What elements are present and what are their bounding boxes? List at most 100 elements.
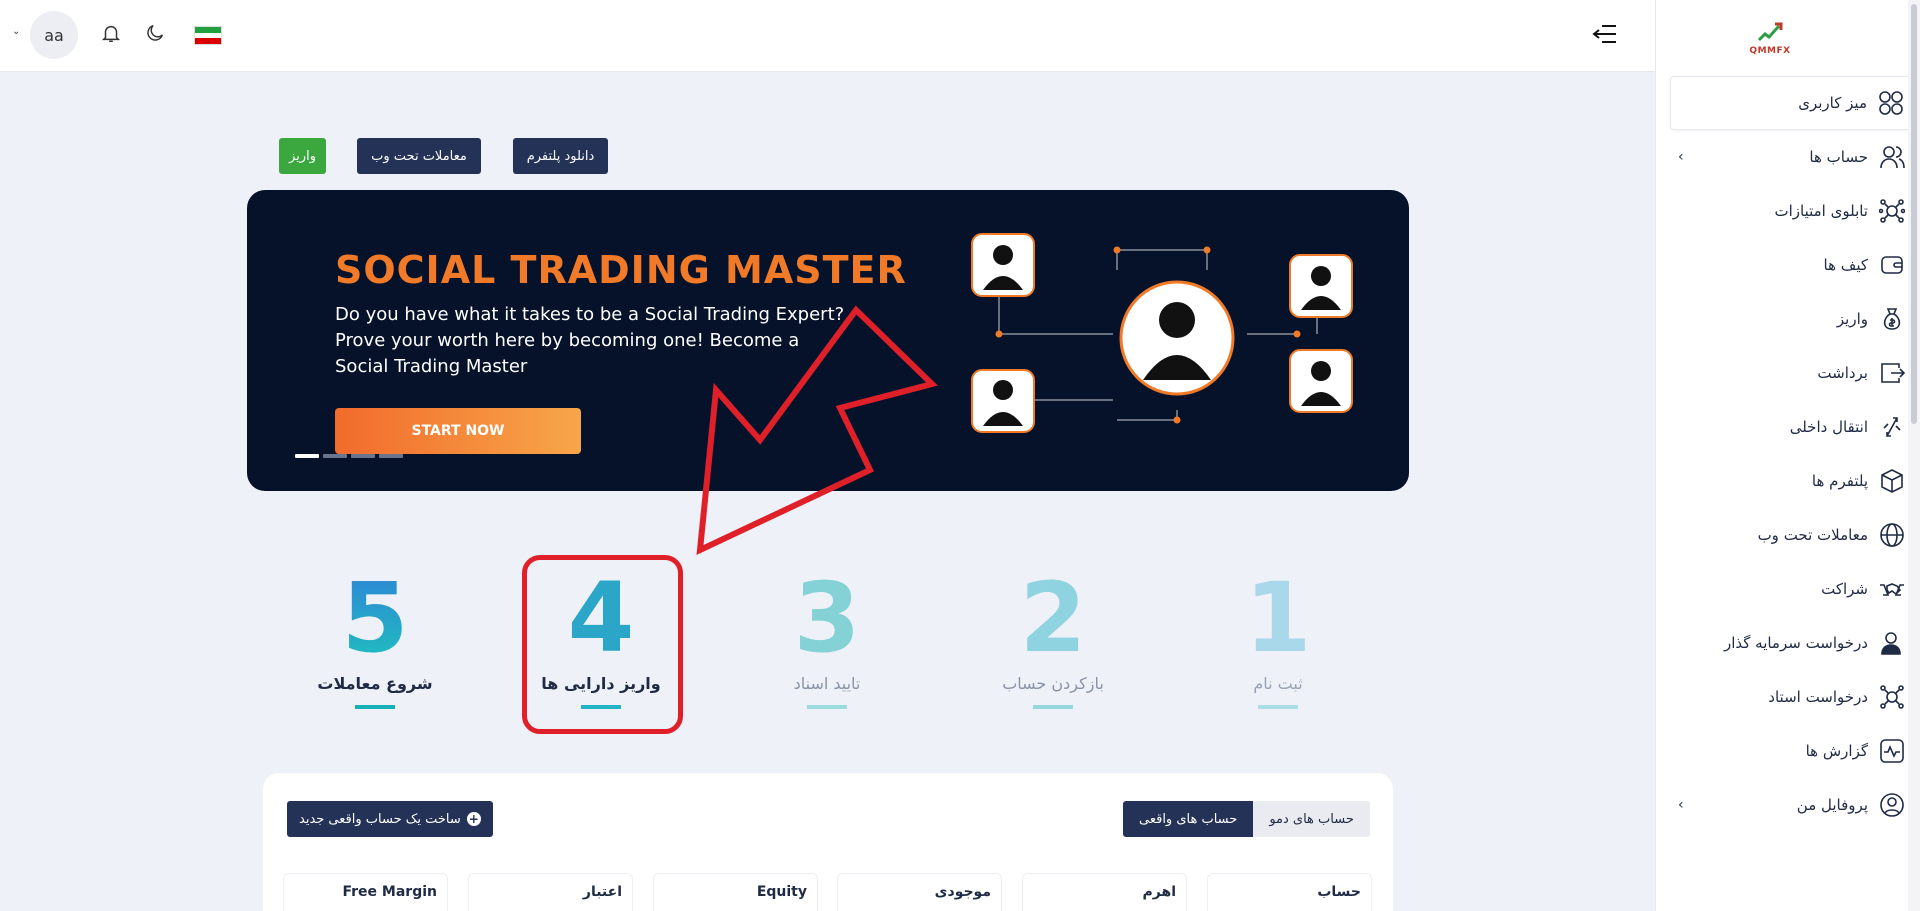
iran-flag-icon[interactable] <box>194 26 222 45</box>
handshake-icon <box>1878 575 1906 603</box>
deposit-button[interactable]: واریز <box>279 138 326 174</box>
column-credit: اعتبار <box>468 873 633 911</box>
sidebar-item-label: گزارش ها <box>1805 742 1868 760</box>
sidebar-item-label: میز کاربری <box>1798 94 1867 112</box>
chevron-left-icon[interactable]: › <box>1678 797 1684 813</box>
column-equity: Equity <box>653 873 818 911</box>
sidebar-item-label: حساب ها <box>1809 148 1868 166</box>
transfer-icon <box>1878 413 1906 441</box>
profile-icon <box>1878 791 1906 819</box>
start-now-button[interactable]: START NOW <box>335 408 581 454</box>
column-leverage: اهرم <box>1022 873 1187 911</box>
menu-collapse-icon[interactable] <box>1592 22 1620 46</box>
step-verify-documents: 3 تایید اسناد <box>737 570 917 709</box>
sidebar-item-label: درخواست استاد <box>1768 688 1868 706</box>
scrollbar-thumb[interactable] <box>1911 4 1917 424</box>
step-number: 5 <box>285 570 465 666</box>
carousel-dot[interactable] <box>295 454 319 458</box>
dashboard-icon <box>1877 89 1905 117</box>
step-underline <box>1258 705 1298 709</box>
step-number: 3 <box>793 562 861 674</box>
carousel-dot[interactable] <box>379 454 403 458</box>
step-label: ثبت نام <box>1253 674 1303 693</box>
logo-chart-icon <box>1757 22 1783 42</box>
column-account: حساب <box>1207 873 1372 911</box>
sidebar-item-label: کیف ها <box>1823 256 1868 274</box>
sidebar-item-my-profile[interactable]: پروفایل من › <box>1670 778 1920 832</box>
step-number: 1 <box>1244 562 1312 674</box>
banner-title: SOCIAL TRADING MASTER <box>335 248 907 292</box>
carousel-dots <box>295 454 403 458</box>
sidebar-item-leaderboard[interactable]: تابلوی امتیازات <box>1670 184 1920 238</box>
chevron-down-icon[interactable]: ⌄ <box>12 26 20 37</box>
investor-icon <box>1878 629 1906 657</box>
web-trading-button[interactable]: معاملات تحت وب <box>357 138 481 174</box>
step-underline <box>1033 705 1073 709</box>
sidebar-menu: میز کاربری حساب ها › تابلوی امتیازات کیف… <box>1670 76 1920 832</box>
download-platform-button[interactable]: دانلود پلتفرم <box>513 138 608 174</box>
account-tabs: حساب های دمو حساب های واقعی <box>1123 801 1370 837</box>
step-underline <box>355 705 395 709</box>
moon-icon[interactable] <box>144 22 168 46</box>
pulse-icon <box>1878 737 1906 765</box>
carousel-dot[interactable] <box>323 454 347 458</box>
social-network-illustration <box>971 233 1353 433</box>
sidebar-scrollbar[interactable] <box>1908 0 1920 911</box>
step-label: بازکردن حساب <box>1002 674 1104 693</box>
withdraw-icon <box>1878 359 1906 387</box>
wallet-icon <box>1878 251 1906 279</box>
sidebar-item-investor-request[interactable]: درخواست سرمایه گذار <box>1670 616 1920 670</box>
network-icon <box>1878 683 1906 711</box>
carousel-dot[interactable] <box>351 454 375 458</box>
sidebar-item-label: شراکت <box>1821 580 1868 598</box>
tab-real-accounts[interactable]: حساب های واقعی <box>1123 801 1254 837</box>
sidebar-item-label: برداشت <box>1817 364 1868 382</box>
sidebar: QMMFX میز کاربری حساب ها › تابلوی امتیاز… <box>1655 0 1920 911</box>
red-arrow-annotation <box>696 305 938 555</box>
sidebar-item-label: معاملات تحت وب <box>1757 526 1868 544</box>
sidebar-item-platforms[interactable]: پلتفرم ها <box>1670 454 1920 508</box>
highlight-box <box>522 555 683 734</box>
tab-demo-accounts[interactable]: حساب های دمو <box>1253 801 1370 837</box>
sidebar-item-accounts[interactable]: حساب ها › <box>1670 130 1920 184</box>
step-open-account: 2 بازکردن حساب <box>963 570 1143 709</box>
step-label: تایید اسناد <box>793 674 861 693</box>
plus-icon: + <box>466 812 481 826</box>
sidebar-item-label: پلتفرم ها <box>1811 472 1868 490</box>
create-real-account-button[interactable]: + ساخت یک حساب واقعی جدید <box>287 801 493 837</box>
step-label: شروع معاملات <box>317 674 433 693</box>
users-icon <box>1878 143 1906 171</box>
sidebar-item-partnership[interactable]: شراکت <box>1670 562 1920 616</box>
sidebar-item-web-trading[interactable]: معاملات تحت وب <box>1670 508 1920 562</box>
avatar[interactable]: aa <box>30 11 78 59</box>
accounts-panel: حساب های دمو حساب های واقعی + ساخت یک حس… <box>263 773 1393 911</box>
step-start-trading: 5 شروع معاملات <box>285 570 465 709</box>
money-bag-icon <box>1878 305 1906 333</box>
chevron-left-icon[interactable]: › <box>1678 149 1684 165</box>
sidebar-item-internal-transfer[interactable]: انتقال داخلی <box>1670 400 1920 454</box>
sidebar-item-dashboard[interactable]: میز کاربری <box>1670 76 1920 130</box>
column-free-margin: Free Margin <box>283 873 448 911</box>
bell-icon[interactable] <box>100 22 124 46</box>
sidebar-item-withdraw[interactable]: برداشت <box>1670 346 1920 400</box>
box-icon <box>1878 467 1906 495</box>
sidebar-item-label: پروفایل من <box>1796 796 1868 814</box>
logo-text: QMMFX <box>1749 46 1791 56</box>
sidebar-item-label: انتقال داخلی <box>1789 418 1868 436</box>
sidebar-item-master-request[interactable]: درخواست استاد <box>1670 670 1920 724</box>
step-register: 1 ثبت نام <box>1188 570 1368 709</box>
column-balance: موجودی <box>837 873 1002 911</box>
sidebar-item-label: درخواست سرمایه گذار <box>1723 634 1868 652</box>
brand-logo[interactable]: QMMFX <box>1740 20 1800 60</box>
top-header: ⌄ aa <box>0 0 1655 72</box>
network-icon <box>1878 197 1906 225</box>
sidebar-item-wallets[interactable]: کیف ها <box>1670 238 1920 292</box>
create-real-account-label: ساخت یک حساب واقعی جدید <box>299 811 461 827</box>
step-underline <box>807 705 847 709</box>
step-number: 2 <box>1019 562 1087 674</box>
sidebar-item-reports[interactable]: گزارش ها <box>1670 724 1920 778</box>
sidebar-item-label: واریز <box>1836 310 1868 328</box>
sidebar-item-deposit[interactable]: واریز <box>1670 292 1920 346</box>
globe-icon <box>1878 521 1906 549</box>
sidebar-item-label: تابلوی امتیازات <box>1774 202 1868 220</box>
